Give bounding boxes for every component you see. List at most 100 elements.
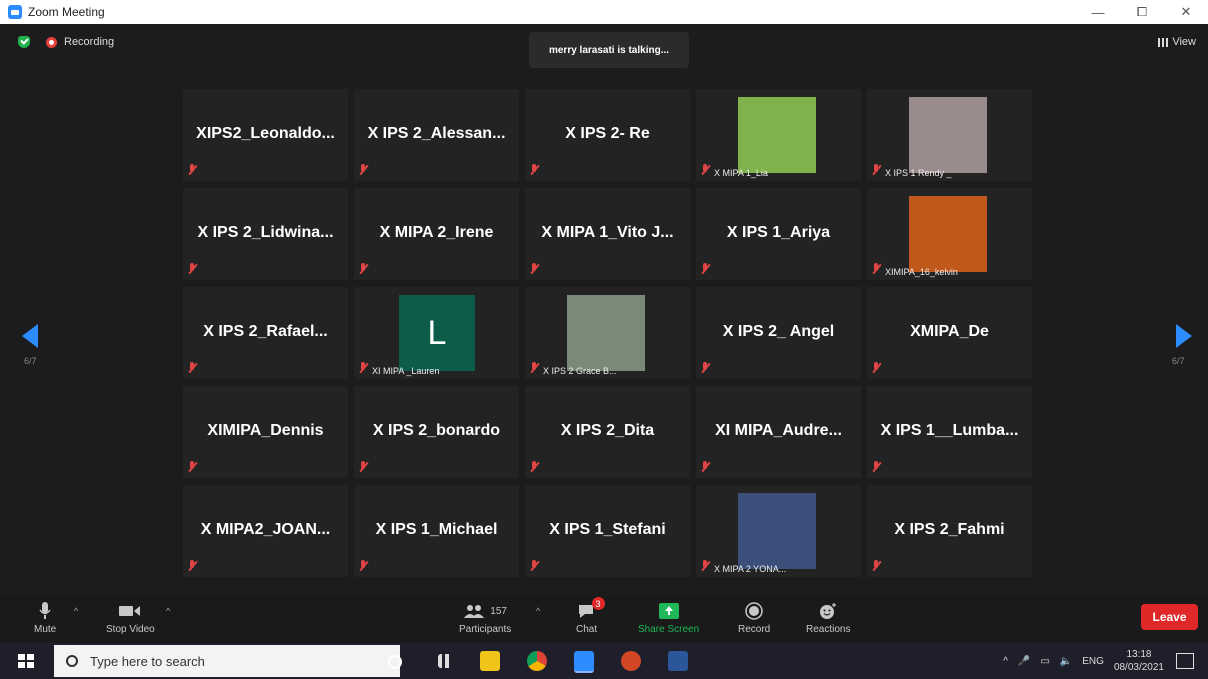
microphone-icon <box>38 598 52 624</box>
muted-microphone-icon <box>187 461 197 473</box>
participant-tile[interactable]: X IPS 2_Alessan... <box>354 89 519 181</box>
participant-name: X IPS 1_Michael <box>375 521 498 538</box>
participant-tile[interactable]: L XI MIPA _Lauren <box>354 287 519 379</box>
chat-badge: 3 <box>591 597 605 610</box>
muted-microphone-icon <box>529 164 539 176</box>
participant-tile[interactable]: X IPS 2_bonardo <box>354 386 519 478</box>
reactions-button[interactable]: Reactions <box>806 598 850 635</box>
clock-date: 08/03/2021 <box>1113 662 1164 673</box>
taskbar-clock[interactable]: 13:18 08/03/2021 <box>1114 648 1164 674</box>
participant-tile[interactable]: XIMIPA_Dennis <box>183 386 348 478</box>
volume-icon[interactable]: 🔈 <box>1060 656 1072 667</box>
battery-icon[interactable]: ▭ <box>1040 656 1049 667</box>
taskbar-search-box[interactable]: Type here to search <box>54 645 400 677</box>
participant-tile[interactable]: X IPS 2- Re <box>525 89 690 181</box>
record-button[interactable]: Record <box>738 598 770 635</box>
recording-label: Recording <box>64 36 115 48</box>
chat-label: Chat <box>576 624 598 635</box>
view-label: View <box>1172 36 1196 48</box>
muted-microphone-icon <box>871 461 881 473</box>
mute-button[interactable]: Mute <box>34 598 56 635</box>
participant-avatar: L <box>399 295 475 371</box>
participant-name-caption: XIMIPA_16_kelvin <box>885 267 958 277</box>
participant-tile[interactable]: X MIPA 2_Irene <box>354 188 519 280</box>
participants-count: 157 <box>490 605 507 617</box>
participant-name: X MIPA 2_Irene <box>379 224 494 241</box>
previous-page-arrow-icon[interactable] <box>22 324 38 348</box>
participant-tile[interactable]: X IPS 2_Rafael... <box>183 287 348 379</box>
microphone-tray-icon[interactable]: 🎤 <box>1018 656 1030 667</box>
participant-tile[interactable]: X IPS 1_Stefani <box>525 485 690 577</box>
maximize-button[interactable]: ⧠ <box>1120 0 1164 24</box>
close-button[interactable]: ✕ <box>1164 0 1208 24</box>
participant-name: X IPS 2_Fahmi <box>894 521 1005 538</box>
participant-tile[interactable]: X MIPA 2 YONA... <box>696 485 861 577</box>
participant-tile[interactable]: X IPS 1_Ariya <box>696 188 861 280</box>
zoom-taskbar-icon[interactable] <box>574 651 594 673</box>
participant-tile[interactable]: X IPS 1__Lumba... <box>867 386 1032 478</box>
participant-tile[interactable]: X MIPA2_JOAN... <box>183 485 348 577</box>
share-screen-button[interactable]: Share Screen <box>638 598 699 635</box>
stop-video-button[interactable]: Stop Video <box>106 598 155 635</box>
muted-microphone-icon <box>529 461 539 473</box>
word-icon[interactable] <box>668 651 688 671</box>
system-tray: ^ 🎤 ▭ 🔈 ENG 13:18 08/03/2021 <box>1003 643 1208 679</box>
file-explorer-icon[interactable] <box>480 651 500 671</box>
muted-microphone-icon <box>871 164 881 176</box>
participant-name-caption: X IPS 1 Rendy _ <box>885 168 952 178</box>
participant-name: X MIPA 1_Vito J... <box>541 224 674 241</box>
cortana-icon[interactable] <box>388 655 402 669</box>
video-camera-icon <box>118 598 142 624</box>
muted-microphone-icon <box>358 362 368 374</box>
view-button[interactable]: View <box>1158 36 1196 48</box>
task-view-icon[interactable] <box>438 654 452 668</box>
participant-video <box>567 295 645 371</box>
participant-name: X IPS 2_Lidwina... <box>197 224 334 241</box>
participant-tile[interactable]: X IPS 2_Fahmi <box>867 485 1032 577</box>
muted-microphone-icon <box>700 263 710 275</box>
muted-microphone-icon <box>700 164 710 176</box>
participant-tile[interactable]: X IPS 1 Rendy _ <box>867 89 1032 181</box>
leave-button[interactable]: Leave <box>1141 604 1198 630</box>
participant-tile[interactable]: XMIPA_De <box>867 287 1032 379</box>
chat-button[interactable]: 3 Chat <box>576 597 605 635</box>
next-page-arrow-icon[interactable] <box>1176 324 1192 348</box>
participant-tile[interactable]: X MIPA 1_Vito J... <box>525 188 690 280</box>
muted-microphone-icon <box>529 263 539 275</box>
participant-tile[interactable]: X IPS 1_Michael <box>354 485 519 577</box>
participant-tile[interactable]: X IPS 2 Grace B... <box>525 287 690 379</box>
participant-name: X IPS 1__Lumba... <box>880 422 1019 439</box>
participant-name: X IPS 1_Ariya <box>726 224 831 241</box>
search-icon <box>66 655 78 667</box>
security-shield-icon[interactable] <box>18 36 30 48</box>
language-indicator[interactable]: ENG <box>1082 656 1104 667</box>
minimize-button[interactable]: — <box>1076 0 1120 24</box>
stop-video-label: Stop Video <box>106 624 155 635</box>
windows-start-icon[interactable] <box>18 654 34 668</box>
participants-options-chevron-icon[interactable]: ^ <box>536 606 540 616</box>
record-icon <box>745 598 763 624</box>
muted-microphone-icon <box>358 263 368 275</box>
participant-tile[interactable]: X MIPA 1_Lia <box>696 89 861 181</box>
participant-name: X IPS 1_Stefani <box>549 521 666 538</box>
participant-video <box>909 97 987 173</box>
video-options-chevron-icon[interactable]: ^ <box>166 606 170 616</box>
show-hidden-icons-chevron-icon[interactable]: ^ <box>1003 656 1008 667</box>
window-title: Zoom Meeting <box>28 5 105 19</box>
powerpoint-icon[interactable] <box>621 651 641 671</box>
chrome-icon[interactable] <box>527 651 547 671</box>
participant-name: X IPS 2_ Angel <box>722 323 835 340</box>
participant-tile[interactable]: XIMIPA_16_kelvin <box>867 188 1032 280</box>
muted-microphone-icon <box>187 263 197 275</box>
notifications-icon[interactable] <box>1176 653 1194 669</box>
participant-tile[interactable]: X IPS 2_Dita <box>525 386 690 478</box>
record-label: Record <box>738 624 771 635</box>
participant-tile[interactable]: XIPS2_Leonaldo... <box>183 89 348 181</box>
participant-tile[interactable]: XI MIPA_Audre... <box>696 386 861 478</box>
zoom-app-icon <box>8 5 22 19</box>
avatar-letter: L <box>427 313 447 352</box>
participants-button[interactable]: 157 Participants <box>459 598 511 635</box>
participant-tile[interactable]: X IPS 2_ Angel <box>696 287 861 379</box>
audio-options-chevron-icon[interactable]: ^ <box>74 606 78 616</box>
participant-tile[interactable]: X IPS 2_Lidwina... <box>183 188 348 280</box>
